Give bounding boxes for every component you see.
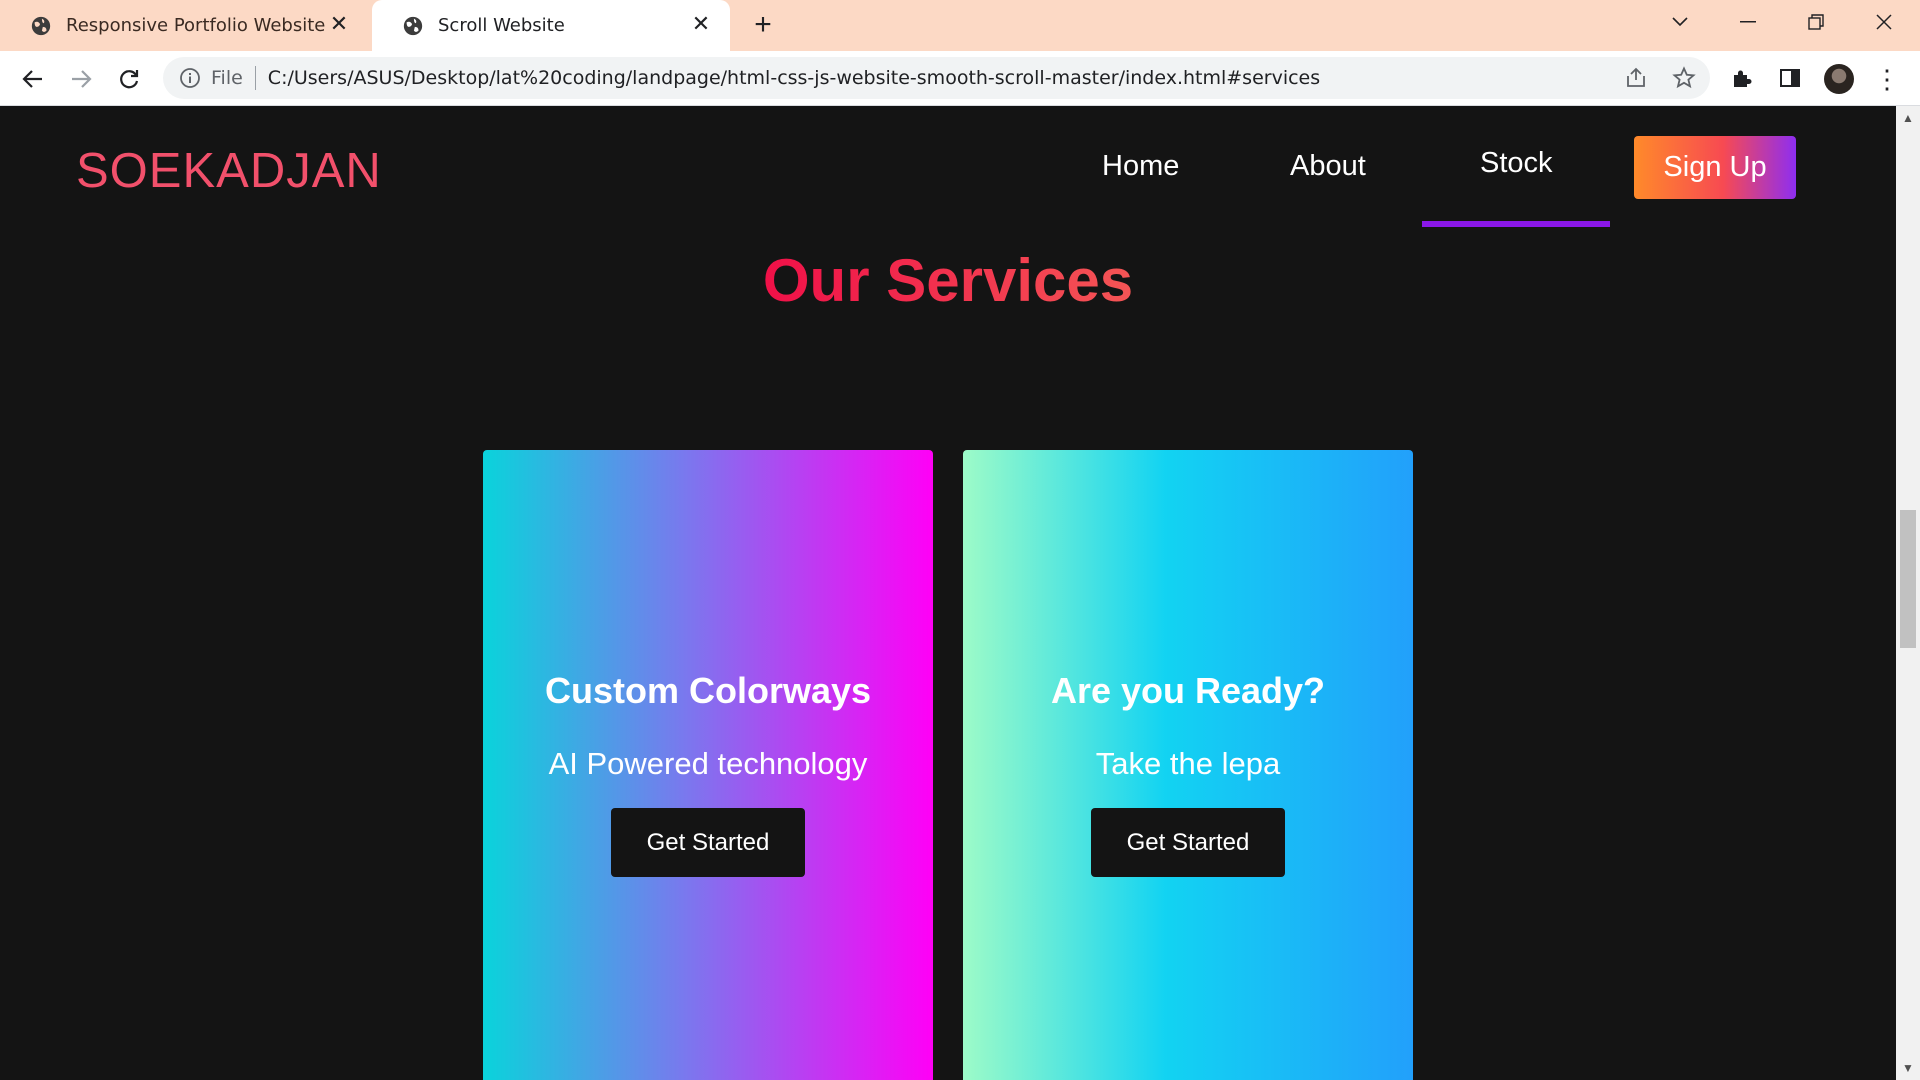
page-scrollbar[interactable]: ▲ ▼ — [1896, 106, 1920, 1080]
side-panel-icon[interactable] — [1775, 63, 1805, 93]
globe-icon — [403, 16, 423, 35]
restore-icon[interactable] — [1784, 0, 1848, 44]
nav-about[interactable]: About — [1290, 150, 1366, 183]
tab-scroll-website[interactable]: Scroll Website ✕ — [372, 0, 730, 51]
section-title-text: Our Services — [762, 247, 1134, 314]
url-text[interactable]: C:/Users/ASUS/Desktop/lat%20coding/landp… — [268, 67, 1320, 89]
tab-responsive-portfolio[interactable]: Responsive Portfolio Website ✕ — [0, 0, 368, 51]
card-title: Custom Colorways — [544, 670, 872, 711]
card-title: Are you Ready? — [1050, 670, 1326, 711]
scheme-label: File — [211, 67, 243, 89]
profile-avatar[interactable] — [1824, 64, 1854, 94]
get-started-button[interactable]: Get Started — [611, 808, 805, 877]
browser-toolbar: File C:/Users/ASUS/Desktop/lat%20coding/… — [0, 51, 1920, 106]
back-icon[interactable] — [15, 61, 51, 97]
info-icon[interactable] — [179, 67, 201, 89]
forward-icon[interactable] — [63, 61, 99, 97]
nav-stock[interactable]: Stock — [1480, 147, 1553, 180]
scroll-down-icon[interactable]: ▼ — [1900, 1060, 1916, 1076]
tab-strip: Responsive Portfolio Website ✕ Scroll We… — [0, 0, 1920, 51]
reload-icon[interactable] — [111, 61, 147, 97]
more-menu-icon[interactable]: ⋮ — [1874, 64, 1900, 94]
scroll-thumb[interactable] — [1900, 510, 1916, 648]
tab-title: Scroll Website — [438, 15, 565, 36]
sign-up-button[interactable]: Sign Up — [1634, 136, 1796, 199]
globe-icon — [31, 16, 51, 35]
service-card: Are you Ready? Take the lepa Get Started — [963, 450, 1413, 1080]
get-started-button[interactable]: Get Started — [1091, 808, 1285, 877]
close-icon[interactable]: ✕ — [328, 14, 350, 36]
extensions-icon[interactable] — [1727, 63, 1757, 93]
share-icon[interactable] — [1624, 66, 1648, 90]
service-card: Custom Colorways AI Powered technology G… — [483, 450, 933, 1080]
tab-title: Responsive Portfolio Website — [66, 15, 326, 36]
close-icon[interactable]: ✕ — [690, 14, 712, 36]
scroll-up-icon[interactable]: ▲ — [1900, 110, 1916, 126]
page-viewport: SOEKADJAN Home About Stock Sign Up Our S… — [0, 106, 1896, 1080]
new-tab-icon[interactable]: + — [748, 10, 778, 40]
card-subtitle: Take the lepa — [1095, 746, 1281, 781]
tab-search-icon[interactable] — [1648, 0, 1712, 44]
minimize-icon[interactable] — [1716, 0, 1780, 44]
site-logo[interactable]: SOEKADJAN — [76, 143, 382, 199]
section-title: Our Services — [0, 246, 1896, 315]
address-bar[interactable]: File C:/Users/ASUS/Desktop/lat%20coding/… — [163, 57, 1710, 99]
active-nav-underline — [1422, 221, 1610, 227]
close-window-icon[interactable] — [1852, 0, 1916, 44]
card-subtitle: AI Powered technology — [548, 746, 868, 781]
star-icon[interactable] — [1672, 66, 1696, 90]
nav-home[interactable]: Home — [1102, 150, 1179, 183]
divider — [254, 66, 256, 90]
browser-window: Responsive Portfolio Website ✕ Scroll We… — [0, 0, 1920, 1080]
